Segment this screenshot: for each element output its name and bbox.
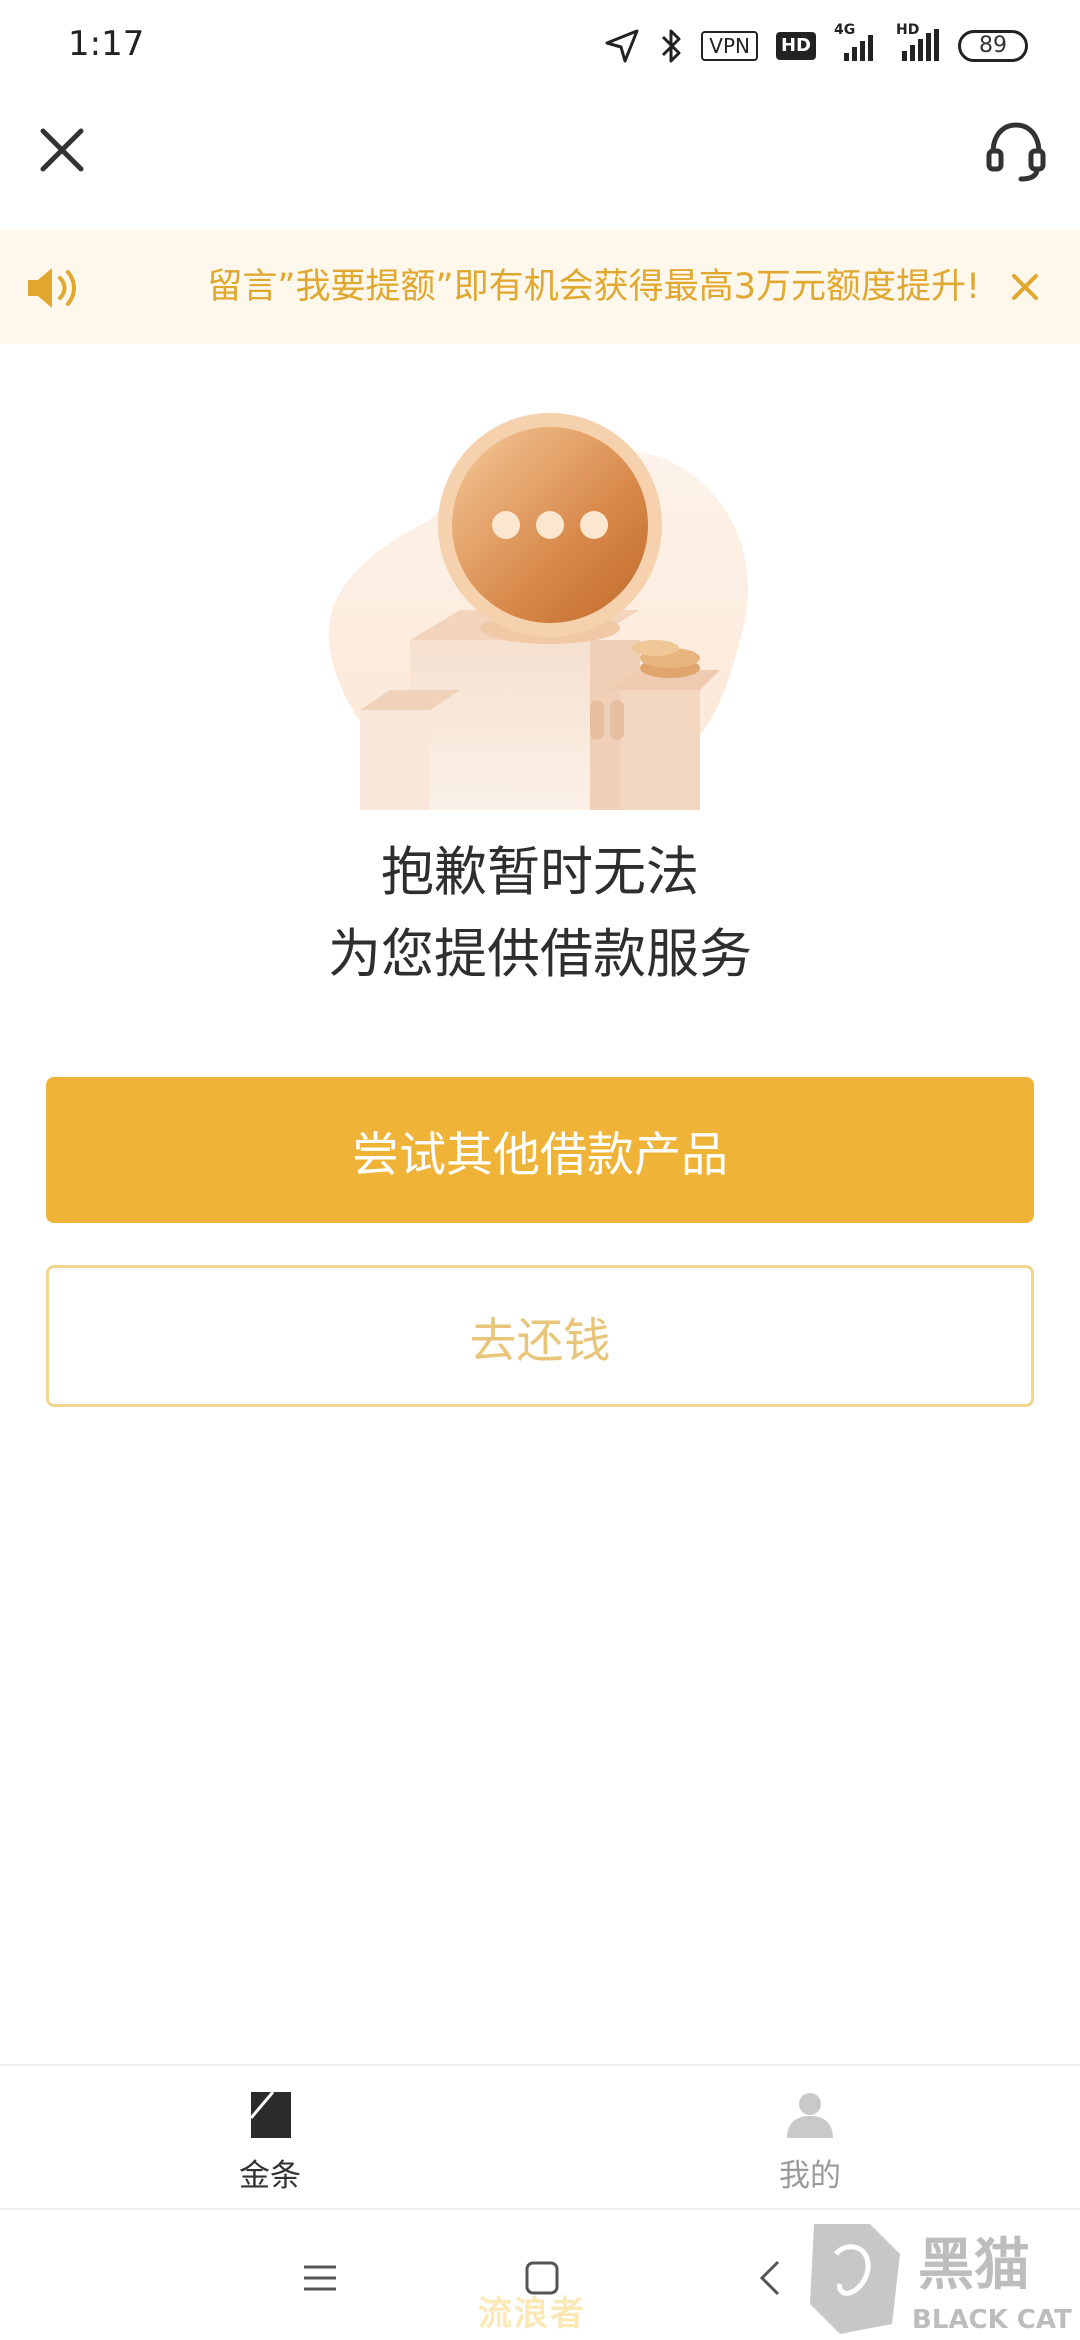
network-label: 4G xyxy=(834,22,856,38)
hd2-label: HD xyxy=(896,22,920,38)
try-other-loan-button[interactable]: 尝试其他借款产品 xyxy=(46,1077,1034,1223)
message-line-1: 抱歉暂时无法 xyxy=(381,842,699,903)
tab-mine[interactable]: 我的 xyxy=(660,2066,960,2210)
location-icon xyxy=(603,26,641,66)
menu-icon xyxy=(304,2265,336,2291)
profile-tab-icon xyxy=(787,2093,833,2138)
status-time: 1:17 xyxy=(68,24,145,64)
close-icon xyxy=(40,128,84,172)
notice-text: 留言”我要提额”即有机会获得最高3万元额度提升! xyxy=(207,267,980,307)
unavailable-message: 抱歉暂时无法 为您提供借款服务 xyxy=(0,832,1080,996)
message-line-2: 为您提供借款服务 xyxy=(328,924,752,985)
vpn-icon: VPN xyxy=(701,31,758,61)
close-button[interactable] xyxy=(30,118,94,182)
speaker-icon xyxy=(24,260,80,316)
signal-4g-icon: 4G xyxy=(834,22,878,66)
tab-label: 我的 xyxy=(779,2158,841,2194)
headset-icon xyxy=(986,122,1046,182)
tab-label: 金条 xyxy=(239,2158,301,2194)
hd-icon: HD xyxy=(775,32,816,60)
customer-service-button[interactable] xyxy=(978,112,1054,188)
menu-button[interactable] xyxy=(290,2250,350,2306)
back-chevron-icon xyxy=(759,2260,780,2296)
author-watermark: 流浪者 xyxy=(478,2294,586,2334)
status-bar: 1:17 VPN HD 4G HD 89 xyxy=(0,0,1080,96)
notice-bar: 留言”我要提额”即有机会获得最高3万元额度提升! xyxy=(0,230,1080,344)
bottom-tab-bar: 金条 我的 xyxy=(0,2064,1080,2208)
tab-jintiao[interactable]: 金条 xyxy=(120,2066,420,2210)
empty-state-illustration xyxy=(310,400,770,820)
back-button[interactable] xyxy=(740,2250,800,2306)
jintiao-tab-icon xyxy=(249,2091,291,2138)
signal-hd-icon: HD xyxy=(896,22,940,66)
battery-indicator: 89 xyxy=(958,30,1028,62)
header xyxy=(0,100,1080,220)
repay-button[interactable]: 去还钱 xyxy=(46,1265,1034,1407)
bluetooth-icon xyxy=(659,26,683,66)
close-icon xyxy=(1012,274,1038,300)
notice-close-button[interactable] xyxy=(1000,262,1050,312)
status-icons: VPN HD 4G HD 89 xyxy=(603,22,1028,68)
